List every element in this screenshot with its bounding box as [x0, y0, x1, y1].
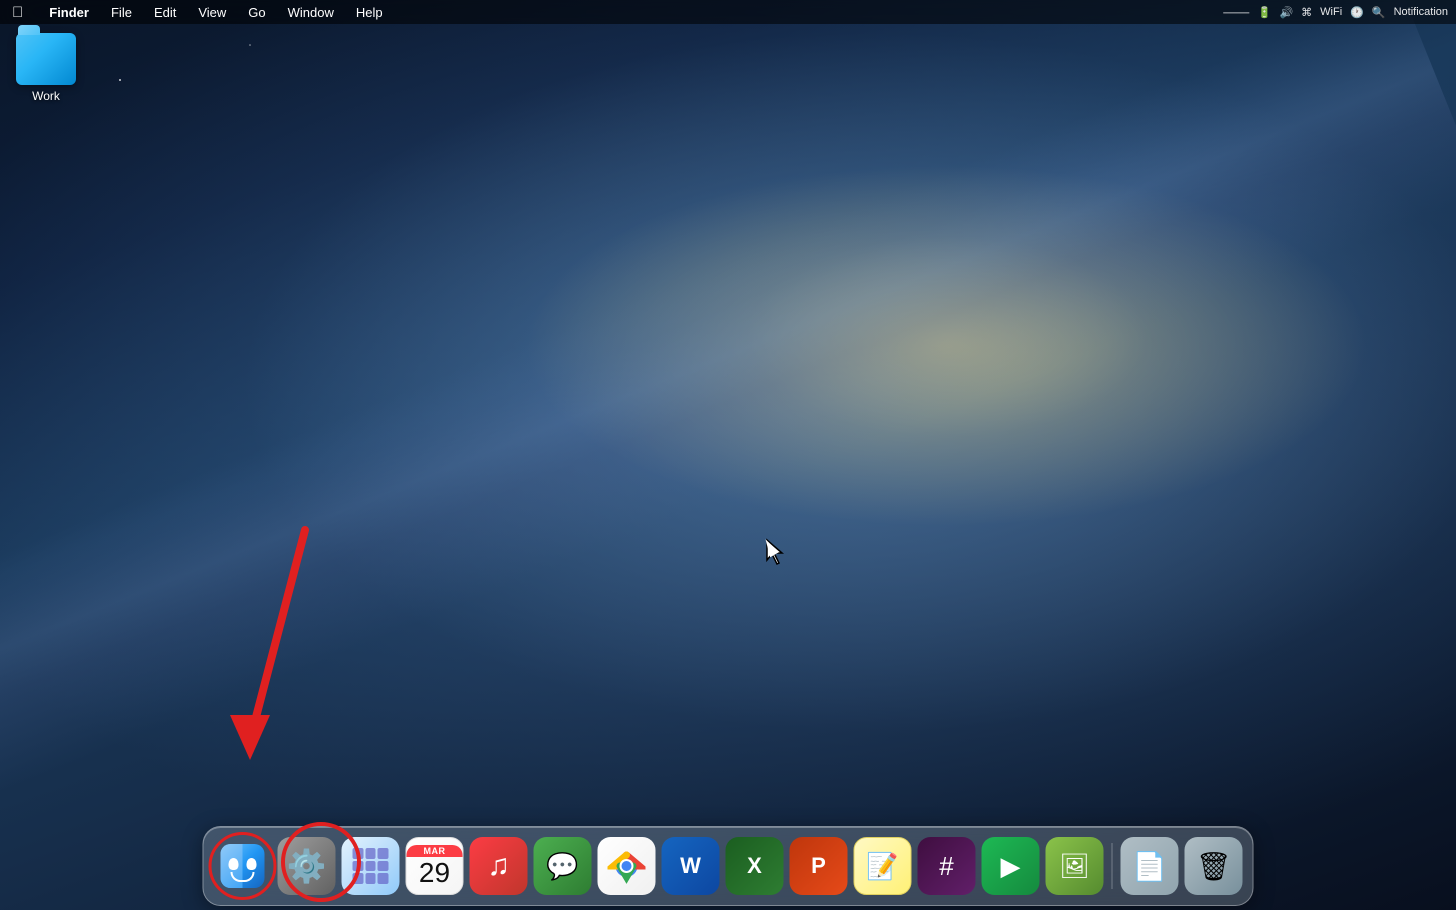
battery-icon[interactable]: 🔋: [1258, 6, 1272, 19]
calendar-month: MAR: [407, 845, 463, 857]
desktop-background: [0, 0, 1456, 910]
menubar:  Finder File Edit View Go Window Help ⸻…: [0, 0, 1456, 24]
dock-item-trash[interactable]: 🗑: [1185, 837, 1243, 895]
datetime-display: Notification: [1394, 6, 1448, 18]
spotify-icon: ▶: [1001, 851, 1021, 882]
dock-separator: [1112, 843, 1113, 889]
dock-item-launchpad[interactable]: [342, 837, 400, 895]
edit-menu[interactable]: Edit: [150, 5, 180, 20]
calendar-icon: MAR 29: [407, 845, 463, 887]
volume-icon[interactable]: 🔊: [1279, 6, 1293, 19]
menubar-right: ⸻ 🔋 🔊 ⌘ WiFi 🕐 🔍 Notification: [1223, 4, 1448, 20]
bluetooth-icon[interactable]: ⌘: [1301, 6, 1312, 19]
dock-item-word[interactable]: W: [662, 837, 720, 895]
dock-item-calendar[interactable]: MAR 29: [406, 837, 464, 895]
dock-item-finder[interactable]: [214, 837, 272, 895]
folder-label: Work: [32, 89, 60, 103]
word-icon: W: [680, 853, 701, 879]
dock: ⚙️ MAR 29 ♫ 💬: [203, 826, 1254, 906]
dock-item-spotify[interactable]: ▶: [982, 837, 1040, 895]
files-icon: 📄: [1132, 850, 1167, 883]
search-icon[interactable]: 🔍: [1372, 6, 1386, 19]
finder-face-icon: [221, 844, 265, 888]
file-menu[interactable]: File: [107, 5, 136, 20]
dock-item-messages[interactable]: 💬: [534, 837, 592, 895]
dock-item-powerpoint[interactable]: P: [790, 837, 848, 895]
dock-item-preview[interactable]: 🖼: [1046, 837, 1104, 895]
dock-item-slack[interactable]: #: [918, 837, 976, 895]
dock-item-files[interactable]: 📄: [1121, 837, 1179, 895]
go-menu[interactable]: Go: [244, 5, 269, 20]
dock-item-excel[interactable]: X: [726, 837, 784, 895]
menubar-left:  Finder File Edit View Go Window Help: [8, 4, 387, 21]
messages-icon: 💬: [546, 851, 578, 882]
desktop-folder-work[interactable]: Work: [8, 33, 84, 103]
finder-smile: [231, 872, 255, 882]
view-menu[interactable]: View: [194, 5, 230, 20]
chrome-icon: [608, 847, 646, 885]
calendar-date: 29: [419, 859, 450, 887]
apple-menu[interactable]: : [8, 4, 27, 21]
dock-item-music[interactable]: ♫: [470, 837, 528, 895]
music-icon: ♫: [487, 849, 510, 883]
window-menu[interactable]: Window: [284, 5, 338, 20]
notes-icon: 📝: [866, 851, 898, 882]
dock-item-notes[interactable]: 📝: [854, 837, 912, 895]
preview-icon: 🖼: [1059, 852, 1089, 881]
powerpoint-icon: P: [811, 853, 826, 879]
dropbox-icon[interactable]: ⸻: [1223, 4, 1250, 20]
dock-item-chrome[interactable]: [598, 837, 656, 895]
help-menu[interactable]: Help: [352, 5, 387, 20]
dock-item-system-preferences[interactable]: ⚙️: [278, 837, 336, 895]
folder-icon: [16, 33, 76, 85]
trash-icon: 🗑: [1196, 850, 1232, 883]
finder-eye-left: [229, 858, 239, 870]
app-name-menu[interactable]: Finder: [45, 5, 93, 20]
system-prefs-icon: ⚙️: [287, 847, 327, 885]
excel-icon: X: [747, 853, 762, 879]
finder-eye-right: [247, 858, 257, 870]
wifi-icon[interactable]: WiFi: [1320, 6, 1342, 18]
launchpad-icon: [353, 848, 389, 884]
clock-icon[interactable]: 🕐: [1350, 6, 1364, 19]
slack-icon: #: [939, 851, 953, 882]
